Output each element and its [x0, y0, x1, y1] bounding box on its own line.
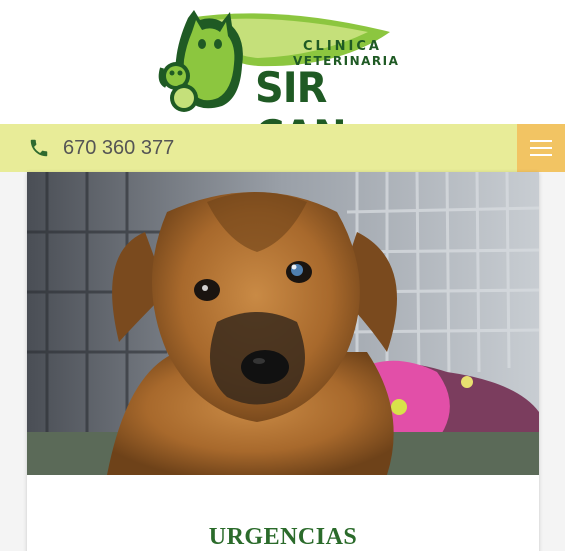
- phone-number-link[interactable]: 670 360 377: [63, 136, 174, 160]
- clinic-logo[interactable]: CLINICA VETERINARIA SIR CAN: [158, 10, 408, 160]
- phone-icon[interactable]: [28, 137, 50, 159]
- service-card[interactable]: URGENCIAS: [27, 172, 539, 551]
- card-title[interactable]: URGENCIAS: [27, 524, 539, 551]
- hamburger-menu-button[interactable]: [517, 124, 565, 172]
- contact-bar: 670 360 377: [0, 124, 565, 172]
- puppy-photo: [27, 172, 539, 475]
- site-header: CLINICA VETERINARIA SIR CAN: [0, 0, 565, 160]
- logo-clinica-text: CLINICA: [303, 39, 382, 54]
